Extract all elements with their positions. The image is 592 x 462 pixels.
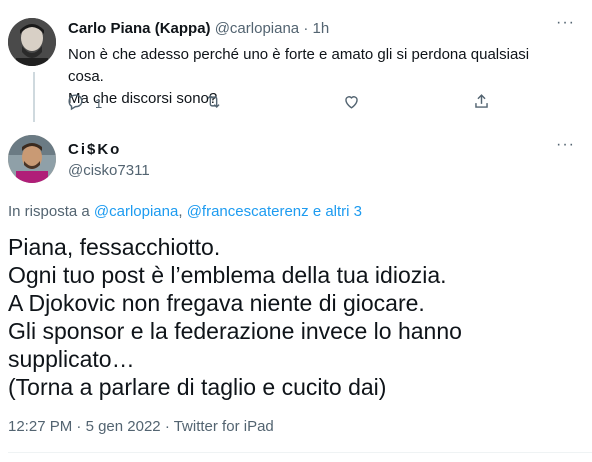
tweet-header: Carlo Piana (Kappa) @carlopiana · 1h — [68, 20, 329, 37]
retweet-button[interactable] — [204, 92, 223, 114]
tweet-time[interactable]: 1h — [313, 20, 330, 37]
tweet-metadata: 12:27 PM · 5 gen 2022 · Twitter for iPad — [8, 418, 274, 435]
more-icon[interactable]: ··· — [556, 14, 575, 32]
author-handle[interactable]: @cisko7311 — [68, 162, 150, 179]
thread-line — [33, 72, 35, 122]
reply-button[interactable]: 1 — [66, 92, 102, 114]
reply-count: 1 — [95, 95, 103, 111]
author-handle[interactable]: @carlopiana — [215, 20, 299, 37]
share-icon — [472, 92, 491, 114]
reply-context: In risposta a @carlopiana, @francescater… — [8, 203, 362, 220]
tweet-text-line: (Torna a parlare di taglio e cucito dai) — [8, 374, 387, 400]
separator: · — [303, 20, 309, 37]
tweet-text-line: Ogni tuo post è l’emblema della tua idio… — [8, 262, 447, 288]
tweet-actions: 1 — [64, 92, 504, 114]
reply-icon — [66, 92, 85, 114]
separator: · — [164, 418, 170, 435]
tweet-date[interactable]: 5 gen 2022 — [86, 418, 161, 435]
avatar[interactable] — [8, 18, 56, 66]
tweet-text-line: Gli sponsor e la federazione invece lo h… — [8, 318, 462, 344]
author-name[interactable]: Ci$Ko — [68, 141, 121, 158]
mention-link[interactable]: @carlopiana — [94, 203, 178, 220]
tweet-time[interactable]: 12:27 PM — [8, 418, 72, 435]
divider — [8, 452, 592, 453]
retweet-icon — [204, 92, 223, 114]
like-icon — [342, 92, 361, 114]
tweet-text: Piana, fessacchiotto. Ogni tuo post è l’… — [8, 233, 578, 401]
tweet-source[interactable]: Twitter for iPad — [174, 418, 274, 435]
reply-separator: , — [178, 203, 183, 220]
tweet-text-line: supplicato… — [8, 346, 135, 372]
more-mentions-link[interactable]: e altri 3 — [313, 203, 362, 220]
share-button[interactable] — [472, 92, 491, 114]
reply-prefix: In risposta a — [8, 203, 90, 220]
avatar[interactable] — [8, 135, 56, 183]
mention-link[interactable]: @francescaterenz — [187, 203, 309, 220]
tweet-text-line: Piana, fessacchiotto. — [8, 234, 221, 260]
tweet-text-line: Non è che adesso perché uno è forte e am… — [68, 46, 530, 85]
separator: · — [76, 418, 82, 435]
like-button[interactable] — [342, 92, 361, 114]
tweet-text-line: A Djokovic non fregava niente di giocare… — [8, 290, 425, 316]
author-name[interactable]: Carlo Piana (Kappa) — [68, 20, 211, 37]
more-icon[interactable]: ··· — [556, 136, 575, 154]
